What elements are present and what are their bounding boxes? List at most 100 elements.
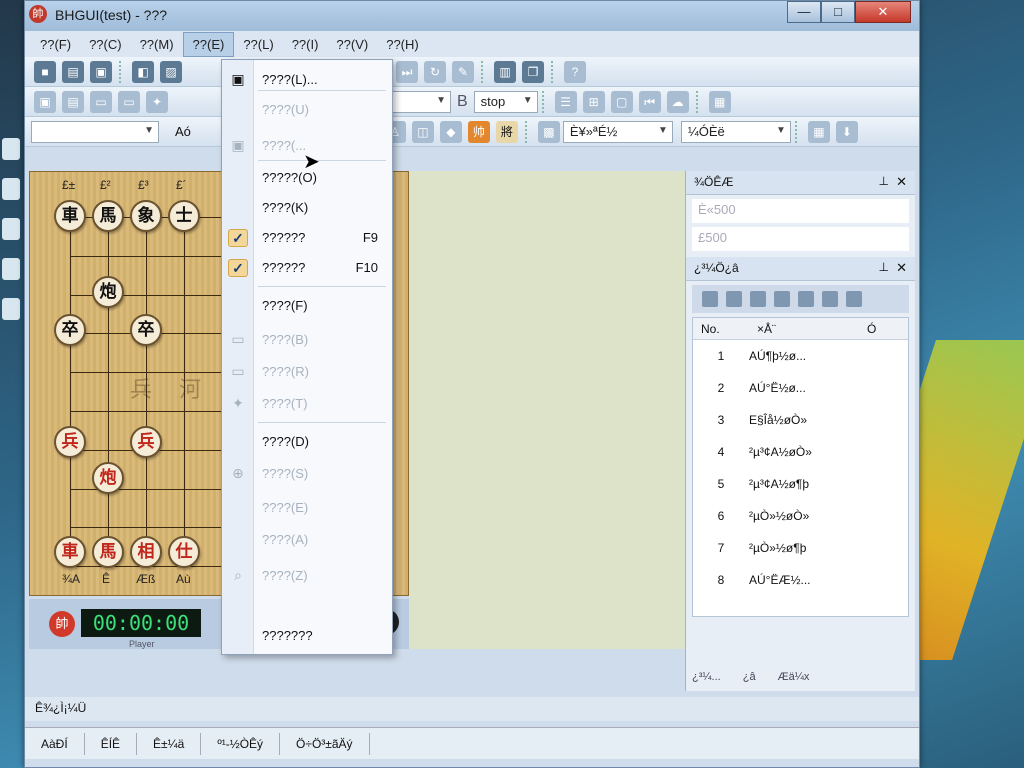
flash-icon[interactable] bbox=[702, 291, 718, 307]
monitor-icon[interactable]: ▭ bbox=[90, 90, 112, 113]
menu-item[interactable]: ▭ ????(B) bbox=[222, 326, 394, 354]
close-icon[interactable]: ✕ bbox=[896, 260, 907, 276]
menu-item[interactable]: ✓?????? F10 bbox=[222, 254, 394, 282]
column-header[interactable]: Ó bbox=[859, 322, 876, 336]
close-icon[interactable]: ✕ bbox=[896, 174, 907, 190]
piece-red-soldier[interactable]: 兵 bbox=[54, 426, 86, 458]
menu-item[interactable]: ✦ ????(T) bbox=[222, 390, 394, 418]
close-button[interactable]: ✕ bbox=[855, 1, 911, 23]
toolbar-grip[interactable] bbox=[695, 90, 702, 113]
minimize-button[interactable]: — bbox=[787, 1, 821, 23]
menu-l[interactable]: ??(L) bbox=[234, 33, 282, 56]
box-icon[interactable]: ◫ bbox=[411, 120, 434, 143]
piece-red-advisor[interactable]: 仕 bbox=[168, 536, 200, 568]
menu-item[interactable]: ????(K) bbox=[222, 194, 394, 222]
list-item[interactable]: 4 ²µ³¢A½øÒ» bbox=[693, 436, 908, 468]
desktop-icon[interactable] bbox=[2, 218, 20, 240]
maximize-button[interactable]: □ bbox=[821, 1, 855, 23]
piece-black-soldier[interactable]: 卒 bbox=[130, 314, 162, 346]
toolbar-grip[interactable] bbox=[524, 120, 531, 143]
menu-item[interactable]: ????(F) bbox=[222, 292, 394, 320]
shape-icon[interactable]: ◆ bbox=[439, 120, 462, 143]
menu-m[interactable]: ??(M) bbox=[131, 33, 183, 56]
skip-end-icon[interactable]: ⏭ bbox=[396, 60, 418, 83]
back-icon[interactable]: ⏮ bbox=[638, 90, 661, 113]
add-select[interactable]: ¼ÓÈë ▼ bbox=[680, 120, 791, 143]
pin-icon[interactable]: ⊥ bbox=[879, 174, 889, 188]
edit-icon[interactable] bbox=[774, 291, 790, 307]
menu-item[interactable]: ??????? bbox=[222, 622, 394, 650]
engine-load-icon[interactable]: ▣ bbox=[34, 90, 56, 113]
menu-help[interactable]: ??(H) bbox=[377, 33, 428, 56]
piece-black-chariot[interactable]: 車 bbox=[54, 200, 86, 232]
desktop-icon[interactable] bbox=[2, 178, 20, 200]
menu-item[interactable]: ✓?????? F9 bbox=[222, 224, 394, 252]
menu-edit[interactable]: ??(E) bbox=[182, 31, 235, 57]
column-header[interactable]: No. bbox=[693, 322, 749, 336]
openbook-icon[interactable]: ▩ bbox=[537, 120, 560, 143]
table-icon[interactable] bbox=[726, 291, 742, 307]
down-arrow-icon[interactable]: ⬇ bbox=[835, 120, 858, 143]
list-item[interactable]: 2 AÚ°Ë½ø... bbox=[693, 372, 908, 404]
list-item[interactable]: 3 E§Îå½øÒ» bbox=[693, 404, 908, 436]
document-icon[interactable]: ▥ bbox=[494, 60, 516, 83]
menu-item[interactable]: ⊕ ????(S) bbox=[222, 460, 394, 488]
menu-item[interactable]: ????(D) bbox=[222, 428, 394, 456]
list-item[interactable]: 1 AÚ¶þ½ø... bbox=[693, 340, 908, 372]
piece-red-chariot[interactable]: 車 bbox=[54, 536, 86, 568]
piece-red-horse[interactable]: 馬 bbox=[92, 536, 124, 568]
rotate-icon[interactable]: ↻ bbox=[424, 60, 446, 83]
lock-icon[interactable] bbox=[750, 291, 766, 307]
engine-config-icon[interactable]: ▤ bbox=[62, 90, 84, 113]
menu-item[interactable]: ????(A) bbox=[222, 526, 394, 554]
piece-red-cannon[interactable]: 炮 bbox=[92, 462, 124, 494]
save-icon[interactable]: ▣ bbox=[90, 60, 112, 83]
tab-openbook[interactable]: ¿³¼... bbox=[692, 671, 721, 683]
desktop-icon[interactable] bbox=[2, 298, 20, 320]
title-bar[interactable]: 帥 BHGUI(test) - ??? — □ ✕ bbox=[25, 1, 919, 31]
window-icon[interactable]: ▢ bbox=[610, 90, 633, 113]
import-icon[interactable] bbox=[822, 291, 838, 307]
cloud-icon[interactable]: ☁ bbox=[666, 90, 689, 113]
help-icon[interactable]: ? bbox=[564, 60, 586, 83]
piece-black-elephant[interactable]: 象 bbox=[130, 200, 162, 232]
desktop-icon[interactable] bbox=[2, 138, 20, 160]
menu-i[interactable]: ??(I) bbox=[283, 33, 328, 56]
menu-item[interactable]: ????(E) bbox=[222, 494, 394, 522]
open-folder-icon[interactable]: ▤ bbox=[62, 60, 84, 83]
stop-combo[interactable]: stop ▼ bbox=[473, 90, 538, 113]
piece-red-elephant[interactable]: 相 bbox=[130, 536, 162, 568]
menu-item[interactable]: ▭ ????(R) bbox=[222, 358, 394, 386]
tab-other[interactable]: Æä¼x bbox=[778, 671, 810, 683]
refresh-icon[interactable] bbox=[846, 291, 862, 307]
new-icon[interactable]: ■ bbox=[34, 60, 56, 83]
piece-black-advisor[interactable]: 士 bbox=[168, 200, 200, 232]
piece-black-cannon[interactable]: 炮 bbox=[92, 276, 124, 308]
monitor2-icon[interactable]: ▭ bbox=[118, 90, 140, 113]
board-icon[interactable]: ◧ bbox=[132, 60, 154, 83]
toolbar-grip[interactable] bbox=[541, 90, 548, 113]
desktop-icon[interactable] bbox=[2, 258, 20, 280]
tab-library[interactable]: ¿â bbox=[743, 671, 756, 683]
menu-file[interactable]: ??(F) bbox=[31, 33, 80, 56]
list-item[interactable]: 8 AÚ°ËÆ½... bbox=[693, 564, 908, 596]
toolbar-grip[interactable] bbox=[119, 60, 125, 83]
menu-c[interactable]: ??(C) bbox=[80, 33, 131, 56]
position-select[interactable]: ▼ bbox=[31, 120, 159, 143]
export-icon[interactable] bbox=[798, 291, 814, 307]
calc-icon[interactable]: ▦ bbox=[807, 120, 830, 143]
piece-black-soldier[interactable]: 卒 bbox=[54, 314, 86, 346]
openbook-select[interactable]: È¥»ªÉ½ ▼ bbox=[562, 120, 673, 143]
list-item[interactable]: 5 ²µ³¢A½ø¶þ bbox=[693, 468, 908, 500]
menu-item[interactable]: ⌕ ????(Z) bbox=[222, 562, 394, 590]
toolbar-grip[interactable] bbox=[794, 120, 801, 143]
red-king-icon[interactable]: 帅 bbox=[467, 120, 490, 143]
column-header[interactable]: ×Å¨ bbox=[749, 322, 859, 336]
image-icon[interactable]: ▨ bbox=[160, 60, 182, 83]
menu-view[interactable]: ??(V) bbox=[327, 33, 377, 56]
table-icon[interactable]: ▦ bbox=[708, 90, 731, 113]
pin-icon[interactable]: ⊥ bbox=[879, 260, 889, 274]
list-item[interactable]: 7 ²µÒ»½ø¶þ bbox=[693, 532, 908, 564]
list-item[interactable]: 6 ²µÒ»½øÒ» bbox=[693, 500, 908, 532]
toolbar-grip[interactable] bbox=[551, 60, 557, 83]
